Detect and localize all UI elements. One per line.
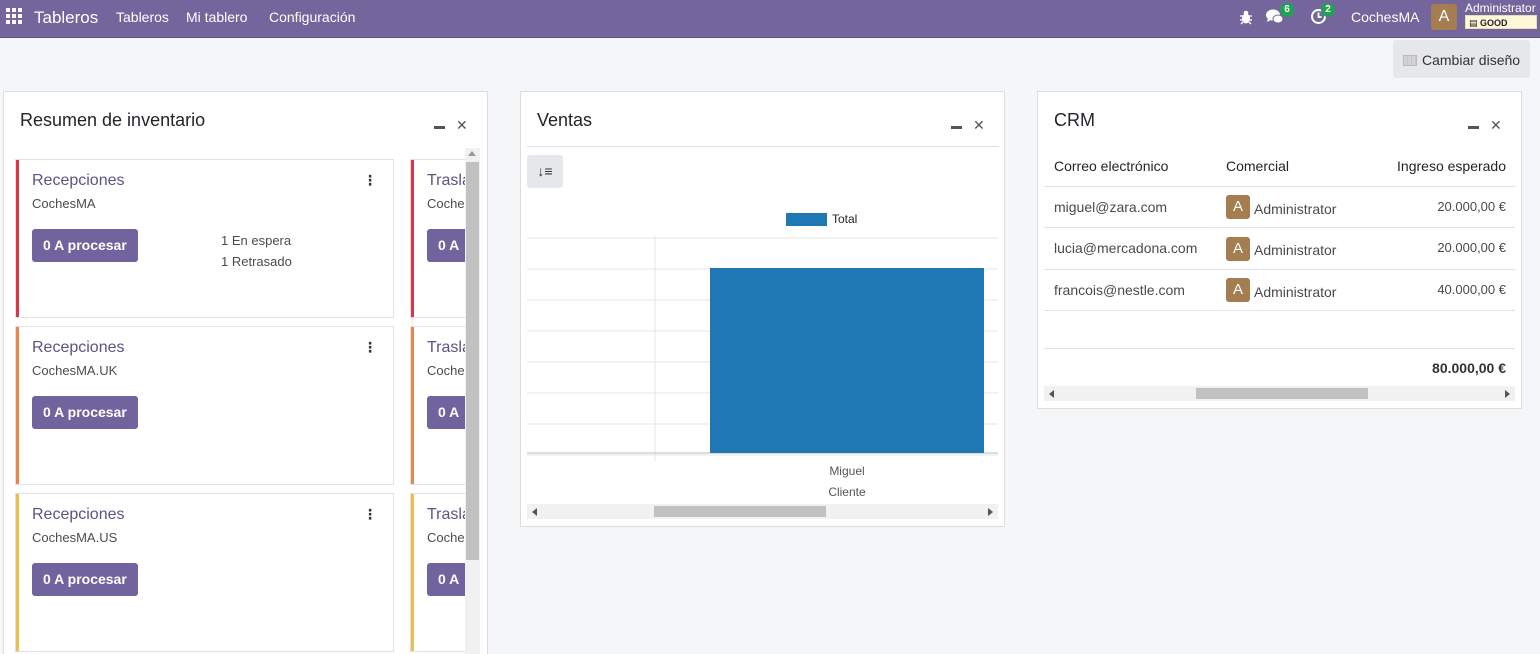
- crm-row-salesperson[interactable]: Administrator: [1254, 201, 1336, 217]
- table-divider: [1044, 310, 1515, 311]
- crm-total-amount: 80.000,00 €: [1432, 360, 1506, 376]
- chart-bar: [710, 268, 984, 453]
- column-header-salesperson[interactable]: Comercial: [1226, 158, 1289, 174]
- minimize-icon[interactable]: [1468, 126, 1479, 129]
- sales-horizontal-scrollbar[interactable]: [527, 504, 998, 519]
- scrollbar-thumb[interactable]: [654, 506, 826, 517]
- scrollbar-thumb[interactable]: [1196, 388, 1368, 399]
- chart-legend-label: Total: [832, 212, 857, 226]
- table-divider: [1044, 186, 1515, 187]
- chart-x-tick-label: Miguel: [829, 464, 864, 478]
- column-header-email[interactable]: Correo electrónico: [1054, 158, 1168, 174]
- table-divider: [1044, 227, 1515, 228]
- crm-row-email[interactable]: francois@nestle.com: [1054, 282, 1185, 298]
- crm-row-email[interactable]: miguel@zara.com: [1054, 199, 1167, 215]
- crm-row-amount: 20.000,00 €: [1437, 240, 1506, 255]
- close-icon[interactable]: ✕: [1490, 117, 1502, 134]
- crm-row-amount: 40.000,00 €: [1437, 282, 1506, 297]
- crm-row-salesperson[interactable]: Administrator: [1254, 284, 1336, 300]
- column-header-expected-revenue[interactable]: Ingreso esperado: [1397, 158, 1506, 174]
- scroll-left-arrow-icon[interactable]: [532, 508, 537, 516]
- table-divider: [1044, 269, 1515, 270]
- avatar: A: [1226, 278, 1250, 302]
- crm-row-amount: 20.000,00 €: [1437, 199, 1506, 214]
- chart-legend-swatch: [786, 213, 827, 226]
- chart-x-axis-label: Cliente: [828, 485, 866, 499]
- crm-panel-title: CRM: [1054, 110, 1095, 130]
- avatar: A: [1226, 237, 1250, 261]
- table-divider: [1044, 348, 1515, 349]
- avatar: A: [1226, 195, 1250, 219]
- scroll-right-arrow-icon[interactable]: [1505, 390, 1510, 398]
- crm-horizontal-scrollbar[interactable]: [1044, 386, 1515, 401]
- crm-row-salesperson[interactable]: Administrator: [1254, 242, 1336, 258]
- scroll-right-arrow-icon[interactable]: [988, 508, 993, 516]
- scroll-left-arrow-icon[interactable]: [1049, 390, 1054, 398]
- crm-row-email[interactable]: lucia@mercadona.com: [1054, 240, 1197, 256]
